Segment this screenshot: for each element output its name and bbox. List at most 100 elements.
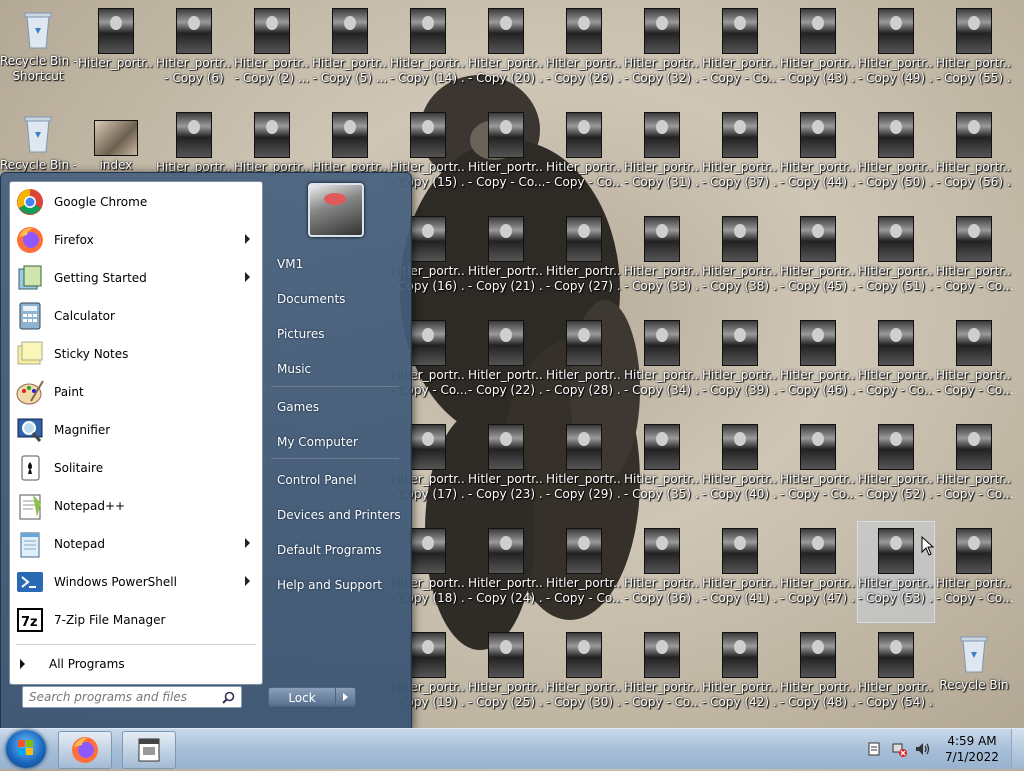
start-program-powershell[interactable]: Windows PowerShell [12,564,260,600]
desktop-icon[interactable]: Hitler_portr... - Copy (40) ... [702,418,778,518]
user-avatar[interactable] [308,183,364,237]
start-right-item[interactable]: Help and Support [267,570,405,600]
desktop-icon[interactable]: Hitler_portr... - Copy (35) ... [624,418,700,518]
action-center-icon[interactable] [866,741,882,757]
icon-label-line2: - Copy - Co... [936,383,1012,397]
desktop-icon[interactable]: Hitler_portr... - Copy (22) ... [468,314,544,414]
taskbar-app-button[interactable] [122,731,176,769]
desktop-icon[interactable]: Hitler_portr... - Copy (33) ... [624,210,700,310]
desktop-icon[interactable]: Hitler_portr... - Copy - Co... [936,210,1012,310]
desktop-icon[interactable]: Hitler_portr... - Copy (41) ... [702,522,778,622]
desktop-icon[interactable]: Hitler_portr... - Copy (54) ... [858,626,934,726]
start-program-notepadpp[interactable]: Notepad++ [12,488,260,524]
start-program-getting-started[interactable]: Getting Started [12,260,260,296]
desktop-icon[interactable]: Hitler_portr... - Copy - Co... [546,106,622,206]
start-right-item[interactable]: Music [267,354,405,384]
start-right-item[interactable]: VM1 [267,249,405,279]
desktop-icon[interactable]: Hitler_portr... - Copy (34) ... [624,314,700,414]
desktop-icon[interactable]: Hitler_portr... - Copy (39) ... [702,314,778,414]
desktop-icon[interactable]: Hitler_portr... - Copy (52) ... [858,418,934,518]
submenu-arrow-icon[interactable] [245,234,250,244]
desktop-icon[interactable]: Hitler_portr... - Copy (38) ... [702,210,778,310]
all-programs-button[interactable]: All Programs [20,652,125,676]
start-program-chrome[interactable]: Google Chrome [12,184,260,220]
show-desktop-button[interactable] [1011,729,1024,769]
desktop-icon[interactable]: Hitler_portr... - Copy - Co... [624,626,700,726]
system-clock[interactable]: 4:59 AM 7/1/2022 [944,733,1000,765]
desktop-icon[interactable]: Hitler_portr... - Copy (43) ... [780,2,856,102]
desktop-icon[interactable]: Hitler_portr... - Copy (5) ... [312,2,388,102]
desktop-icon[interactable]: Hitler_portr... - Copy (47) ... [780,522,856,622]
desktop-icon[interactable]: Hitler_portr... - Copy (2) ... [234,2,310,102]
desktop-icon[interactable]: Hitler_portr... - Copy (49) ... [858,2,934,102]
desktop-icon[interactable]: Hitler_portr... - Copy - Co... [468,106,544,206]
desktop-icon[interactable]: Hitler_portr... - Copy (25) ... [468,626,544,726]
desktop-icon[interactable]: Hitler_portr... - Copy (42) ... [702,626,778,726]
desktop-icon[interactable]: Hitler_portr... - Copy (48) ... [780,626,856,726]
desktop-icon[interactable]: Hitler_portr... - Copy - Co... [546,522,622,622]
start-program-notepad[interactable]: Notepad [12,526,260,562]
desktop-icon[interactable]: Hitler_portr... - Copy (23) ... [468,418,544,518]
desktop-icon[interactable]: Hitler_portr... - Copy (14) ... [390,2,466,102]
submenu-arrow-icon[interactable] [245,272,250,282]
recycle-bin[interactable]: Recycle Bin [936,626,1012,726]
desktop-icon[interactable]: Hitler_portr... - Copy (51) ... [858,210,934,310]
start-right-item[interactable]: Pictures [267,319,405,349]
start-program-firefox[interactable]: Firefox [12,222,260,258]
start-program-magnifier[interactable]: Magnifier [12,412,260,448]
start-right-item[interactable]: Documents [267,284,405,314]
start-right-item[interactable]: Devices and Printers [267,500,405,530]
shutdown-options-button[interactable] [336,687,356,707]
desktop-icon[interactable]: Hitler_portr... - Copy - Co... [936,418,1012,518]
start-program-solitaire[interactable]: Solitaire [12,450,260,486]
desktop-icon[interactable]: Hitler_portr... - Copy - Co... [936,522,1012,622]
desktop-icon[interactable]: Hitler_portr... - Copy - Co... [780,418,856,518]
desktop-icon[interactable]: Hitler_portr... - Copy - Co... [936,314,1012,414]
desktop-icon[interactable]: Hitler_portr... - Copy (21) ... [468,210,544,310]
desktop-icon[interactable]: Hitler_portr... - Copy (20) ... [468,2,544,102]
desktop-icon[interactable]: Hitler_portr... - Copy (32) ... [624,2,700,102]
desktop-icon[interactable]: Hitler_portr... [78,2,154,102]
start-button[interactable] [6,730,46,768]
start-program-calculator[interactable]: Calculator [12,298,260,334]
portrait-thumbnail-icon [644,112,680,158]
lock-button[interactable]: Lock [268,687,336,707]
search-input[interactable]: Search programs and files [22,686,242,708]
desktop-icon[interactable]: Hitler_portr... - Copy (29) ... [546,418,622,518]
desktop-icon[interactable]: Hitler_portr... - Copy (44) ... [780,106,856,206]
start-program-sticky-notes[interactable]: Sticky Notes [12,336,260,372]
start-program-sevenzip[interactable]: 7z 7-Zip File Manager [12,602,260,638]
desktop-icon[interactable]: Hitler_portr... - Copy - Co... [702,2,778,102]
desktop-icon[interactable]: Hitler_portr... - Copy (30) ... [546,626,622,726]
icon-label-line2: - Copy (5) ... [312,71,388,85]
desktop-icon[interactable]: Hitler_portr... - Copy - Co... [858,314,934,414]
desktop-icon[interactable]: Hitler_portr... - Copy (50) ... [858,106,934,206]
desktop-icon[interactable]: Hitler_portr... - Copy (24) ... [468,522,544,622]
start-right-item[interactable]: Control Panel [267,465,405,495]
taskbar-firefox-button[interactable] [58,731,112,769]
desktop-icon[interactable]: Hitler_portr... - Copy (27) ... [546,210,622,310]
desktop-icon[interactable]: Hitler_portr... - Copy (56) ... [936,106,1012,206]
start-right-item[interactable]: My Computer [267,427,405,457]
desktop-icon[interactable]: Hitler_portr... - Copy (37) ... [702,106,778,206]
network-error-icon[interactable] [891,741,907,757]
desktop-icon[interactable]: Hitler_portr... - Copy (31) ... [624,106,700,206]
volume-icon[interactable] [914,741,930,757]
icon-label: Hitler_portr... [702,160,778,174]
submenu-arrow-icon[interactable] [245,538,250,548]
desktop-icon[interactable]: Hitler_portr... - Copy (46) ... [780,314,856,414]
start-right-item[interactable]: Games [267,392,405,422]
desktop-icon[interactable]: Recycle Bin - Shortcut [0,2,76,102]
desktop-icon[interactable]: Hitler_portr... - Copy (36) ... [624,522,700,622]
desktop-icon[interactable]: Hitler_portr... - Copy (45) ... [780,210,856,310]
desktop-icon[interactable]: Hitler_portr... - Copy (28) ... [546,314,622,414]
submenu-arrow-icon[interactable] [245,576,250,586]
start-right-item[interactable]: Default Programs [267,535,405,565]
start-program-paint[interactable]: Paint [12,374,260,410]
program-label: Magnifier [54,423,111,437]
icon-label: Recycle Bin [939,678,1009,692]
desktop-icon[interactable]: Hitler_portr... - Copy (26) ... [546,2,622,102]
desktop-icon[interactable]: Hitler_portr... - Copy (55) ... [936,2,1012,102]
desktop-icon[interactable]: Hitler_portr... - Copy (6) [156,2,232,102]
all-programs-label: All Programs [49,657,125,671]
